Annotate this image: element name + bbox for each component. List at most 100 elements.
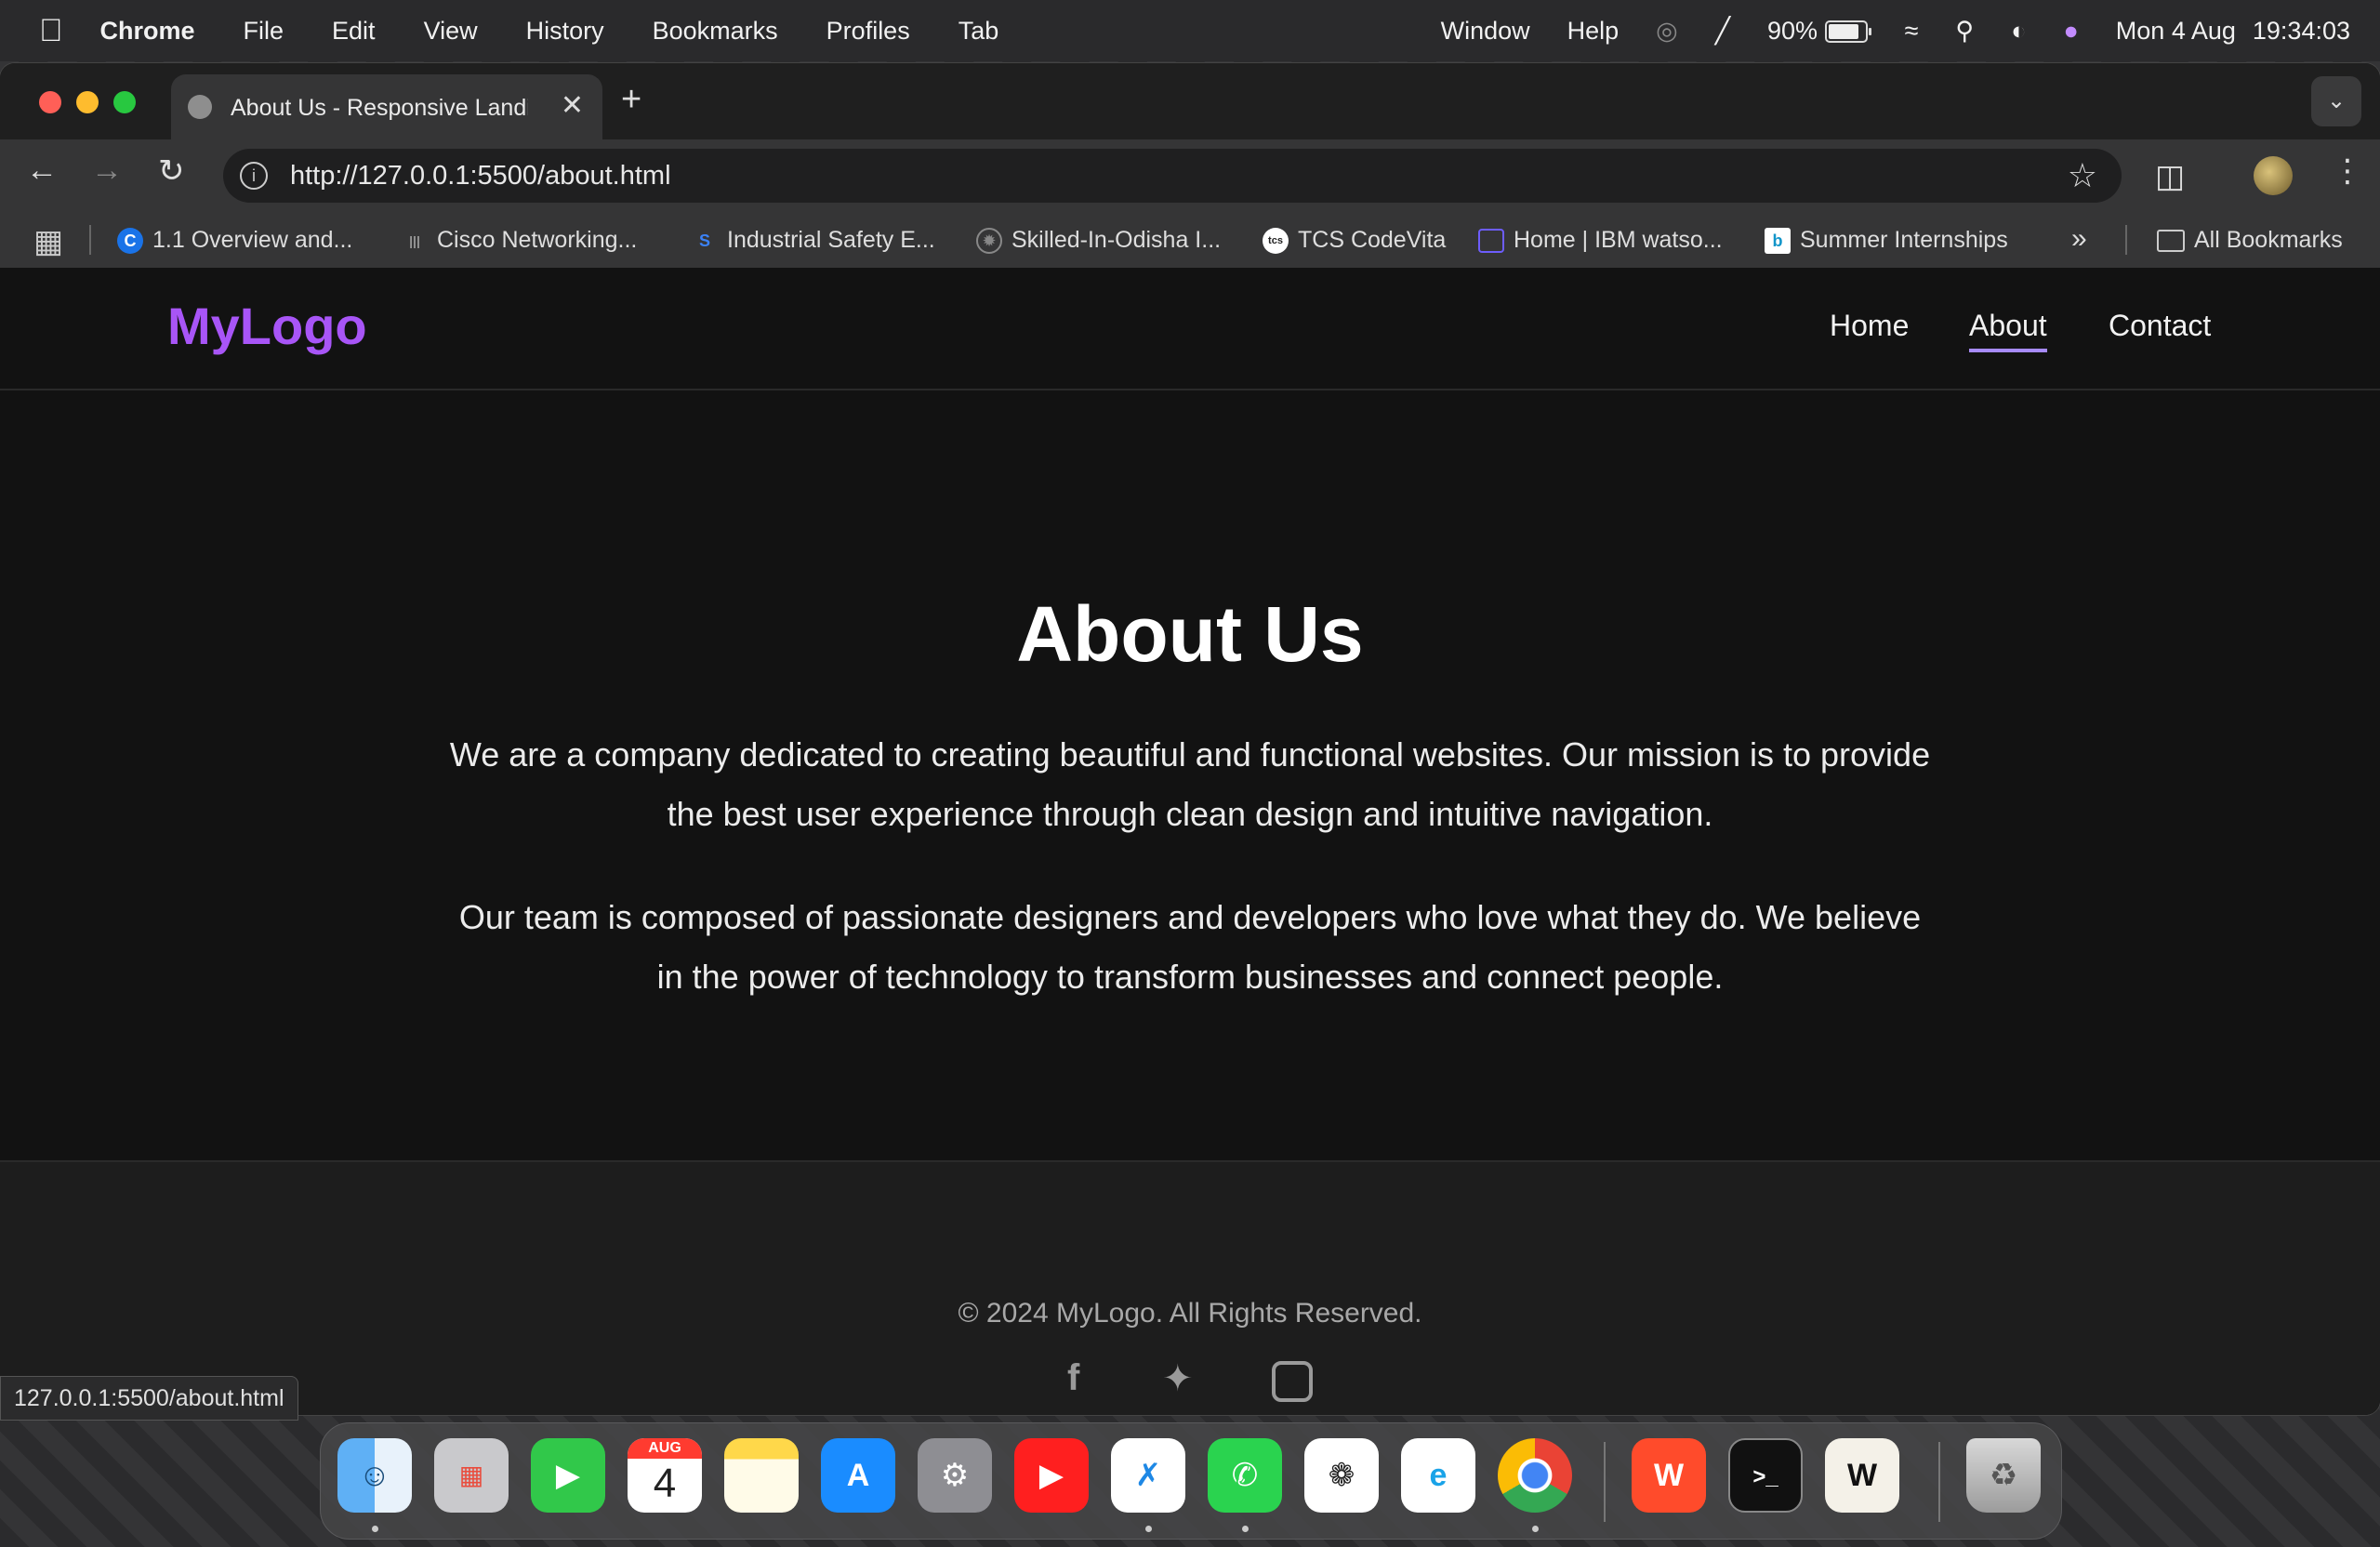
menu-file[interactable]: File <box>244 17 284 46</box>
edge-icon[interactable]: e <box>1401 1438 1475 1513</box>
bookmark-item[interactable]: ✹ Skilled-In-Odisha I... <box>976 227 1221 255</box>
instagram-icon[interactable] <box>1272 1361 1313 1402</box>
bookmark-s-icon: S <box>698 231 710 251</box>
forward-arrow-icon[interactable]: → <box>91 152 123 189</box>
back-arrow-icon[interactable]: ← <box>26 152 58 189</box>
calendar-icon[interactable]: AUG 4 <box>628 1438 702 1513</box>
bookmark-label: Home | IBM watso... <box>1514 227 1723 253</box>
menu-app-name[interactable]: Chrome <box>100 17 195 46</box>
menu-history[interactable]: History <box>526 17 604 46</box>
menu-help[interactable]: Help <box>1567 17 1620 46</box>
wps-office-icon[interactable]: W <box>1632 1438 1706 1513</box>
bookmarks-bar: ▦ C 1.1 Overview and... ||| Cisco Networki… <box>0 212 2380 268</box>
menu-bookmarks[interactable]: Bookmarks <box>653 17 778 46</box>
menu-window[interactable]: Window <box>1441 17 1530 46</box>
menu-profiles[interactable]: Profiles <box>826 17 910 46</box>
vscode-icon[interactable]: ✗ <box>1111 1438 1185 1513</box>
notion-icon[interactable]: W <box>1825 1438 1899 1513</box>
address-bar[interactable]: i http://127.0.0.1:5500/about.html ☆ <box>223 149 2122 203</box>
launchpad-icon[interactable]: ▦ <box>434 1438 509 1513</box>
chrome-icon[interactable] <box>1498 1438 1572 1513</box>
nav-link-contact[interactable]: Contact <box>2109 309 2211 343</box>
calendar-month: AUG <box>628 1438 702 1459</box>
profile-avatar[interactable] <box>2254 156 2293 195</box>
chat-icon <box>1478 229 1504 254</box>
whatsapp-icon[interactable]: ✆ <box>1208 1438 1282 1513</box>
page-viewport: MyLogo Home About Contact About Us We ar… <box>0 268 2380 1415</box>
link-status-bubble: 127.0.0.1:5500/about.html <box>0 1376 298 1421</box>
site-header: MyLogo Home About Contact <box>0 268 2380 390</box>
tab-title: About Us - Responsive Landing <box>231 95 528 121</box>
chatgpt-icon[interactable]: ❁ <box>1304 1438 1379 1513</box>
bookmark-item[interactable]: tcs TCS CodeVita <box>1263 227 1447 255</box>
calendar-day: 4 <box>653 1461 677 1506</box>
site-footer: © 2024 MyLogo. All Rights Reserved. f ✦ <box>0 1160 2380 1415</box>
terminal-icon[interactable]: >_ <box>1728 1438 1803 1513</box>
menu-edit[interactable]: Edit <box>332 17 376 46</box>
battery-icon <box>1824 20 1871 44</box>
extensions-puzzle-icon[interactable]: ◫ <box>2155 158 2185 195</box>
bookmark-item[interactable]: Home | IBM watso... <box>1478 227 1723 254</box>
cisco-icon: ||| <box>409 233 420 249</box>
site-logo[interactable]: MyLogo <box>167 296 367 356</box>
bookmark-item[interactable]: C 1.1 Overview and... <box>117 227 352 255</box>
notes-icon[interactable] <box>724 1438 799 1513</box>
reload-icon[interactable]: ↻ <box>158 152 185 190</box>
menu-time[interactable]: 19:34:03 <box>2253 17 2350 46</box>
close-window-button[interactable] <box>39 91 61 113</box>
bookmark-item[interactable]: S Industrial Safety E... <box>692 227 935 254</box>
minimize-window-button[interactable] <box>76 91 99 113</box>
bookmark-item[interactable]: b Summer Internships <box>1765 227 2008 255</box>
wifi-icon[interactable]: ≈ <box>1905 17 1919 46</box>
menu-view[interactable]: View <box>424 17 478 46</box>
chrome-menu-kebab-icon[interactable]: ⋮ <box>2332 152 2363 190</box>
bookmark-star-icon[interactable]: ☆ <box>2068 156 2097 195</box>
bookmark-label: TCS CodeVita <box>1298 227 1447 253</box>
siri-icon[interactable]: ● <box>2063 17 2078 46</box>
battery-status[interactable]: 90% <box>1767 16 1871 46</box>
gear-icon: ✹ <box>976 228 1002 255</box>
apple-menu-icon[interactable]:  <box>39 13 63 49</box>
about-paragraph-team: Our team is composed of passionate desig… <box>458 898 1922 996</box>
about-paragraph-mission: We are a company dedicated to creating b… <box>449 735 1931 833</box>
macos-menu-bar:  Chrome File Edit View History Bookmark… <box>0 0 2380 61</box>
about-section: About Us We are a company dedicated to c… <box>0 390 2380 1160</box>
site-info-icon[interactable]: i <box>240 162 268 190</box>
dock-divider <box>1938 1442 1940 1522</box>
bookmark-label: Cisco Networking... <box>437 227 638 253</box>
menu-tab[interactable]: Tab <box>959 17 999 46</box>
running-indicator <box>1242 1526 1249 1532</box>
more-bookmarks-chevron-icon[interactable]: » <box>2071 223 2087 255</box>
control-center-icon[interactable]: ◐ <box>2011 17 2026 46</box>
new-tab-button[interactable]: + <box>621 80 641 120</box>
system-settings-icon[interactable]: ⚙ <box>918 1438 992 1513</box>
tab-about-us[interactable]: About Us - Responsive Landing ✕ <box>171 74 602 139</box>
bookmark-c-icon: C <box>117 228 143 255</box>
facetime-icon[interactable]: ▶ <box>531 1438 605 1513</box>
url-text[interactable]: http://127.0.0.1:5500/about.html <box>290 161 671 192</box>
stylus-icon[interactable]: ╱ <box>1715 17 1730 46</box>
bookmark-item[interactable]: ||| Cisco Networking... <box>402 227 637 254</box>
all-bookmarks-folder[interactable]: All Bookmarks <box>2157 227 2343 254</box>
menu-date[interactable]: Mon 4 Aug <box>2116 17 2236 46</box>
airdrop-icon[interactable]: ◎ <box>1656 17 1678 46</box>
menu-bar-status-area: Window Help ◎ ╱ 90% ≈ ⚲ ◐ ● Mon 4 Aug 19… <box>1441 0 2350 61</box>
twitter-icon[interactable]: ✦ <box>1162 1357 1194 1400</box>
youtube-music-icon[interactable]: ▶ <box>1014 1438 1089 1513</box>
facebook-icon[interactable]: f <box>1067 1357 1079 1399</box>
finder-icon[interactable]: ☺ <box>337 1438 412 1513</box>
close-tab-icon[interactable]: ✕ <box>561 89 584 122</box>
internshala-icon: b <box>1765 228 1791 255</box>
tab-search-chevron-icon[interactable]: ⌄ <box>2311 76 2361 126</box>
nav-link-home[interactable]: Home <box>1830 309 1909 343</box>
trash-icon[interactable]: ♻ <box>1966 1438 2041 1513</box>
running-indicator <box>1532 1526 1539 1532</box>
spotlight-search-icon[interactable]: ⚲ <box>1955 17 1974 46</box>
nav-link-about[interactable]: About <box>1969 309 2047 352</box>
battery-percent: 90% <box>1767 16 1818 45</box>
zoom-window-button[interactable] <box>113 91 136 113</box>
bookmark-label: Industrial Safety E... <box>727 227 935 253</box>
app-store-icon[interactable]: A <box>821 1438 895 1513</box>
apps-grid-icon[interactable]: ▦ <box>33 223 63 260</box>
macos-dock: ☺ ▦ ▶ AUG 4 A ⚙ ▶ ✗ ✆ ❁ e W >_ W ♻ <box>320 1422 2062 1540</box>
